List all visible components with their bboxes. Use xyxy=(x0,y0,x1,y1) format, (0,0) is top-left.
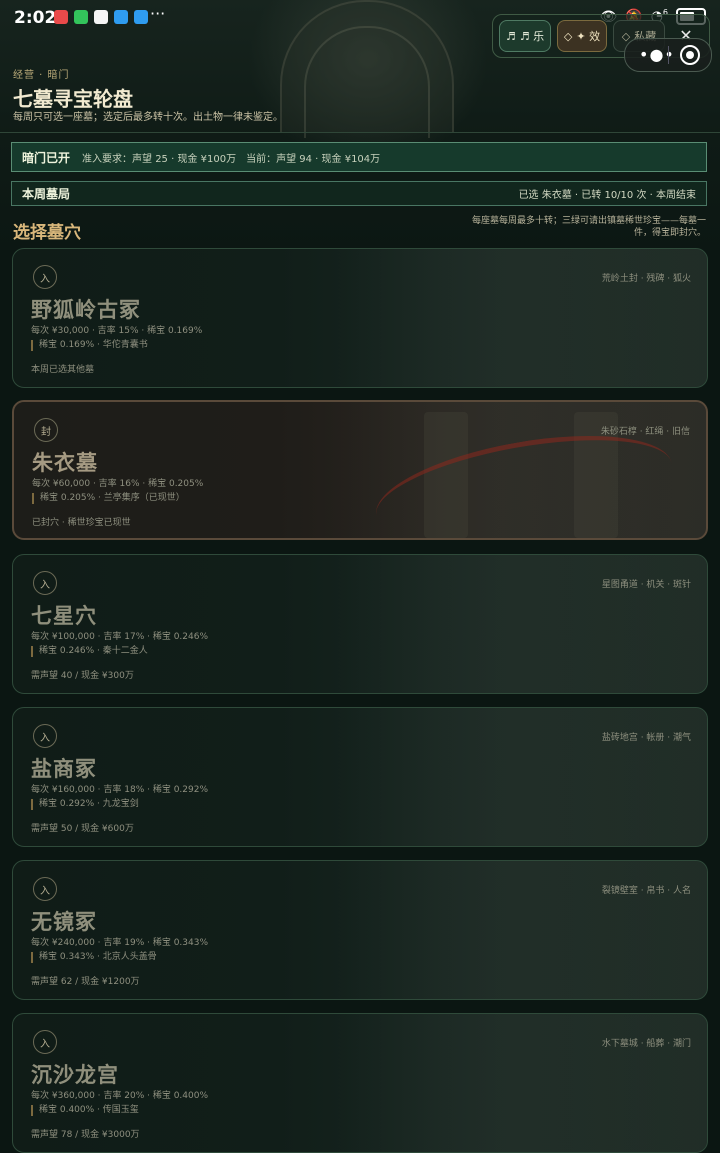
section-note: 每座墓每周最多十转；三绿可请出镇墓稀世珍宝——每墓一件，得宝即封穴。 xyxy=(471,216,706,238)
tomb-tags: 星图甬道 · 机关 · 斑针 xyxy=(601,580,691,590)
tomb-status: 本周已选其他墓 xyxy=(31,365,95,375)
tomb-name: 七星穴 xyxy=(31,604,97,628)
tomb-card-chensha[interactable]: 入 沉沙龙宫 每次 ¥360,000 · 吉率 20% · 稀宝 0.400% … xyxy=(12,1013,708,1153)
tomb-name: 沉沙龙宫 xyxy=(31,1063,119,1087)
tomb-tags: 盐砖地宫 · 帐册 · 潮气 xyxy=(601,733,691,743)
weekly-progress: 已选 朱衣墓 · 已转 10/10 次 · 本周结束 xyxy=(518,190,696,201)
wechat-icon xyxy=(74,10,88,24)
app-notification-icon xyxy=(54,10,68,24)
more-notifications-icon: ··· xyxy=(150,4,166,23)
tomb-name: 无镜冢 xyxy=(31,910,97,934)
tomb-card-qixing[interactable]: 入 七星穴 每次 ¥100,000 · 吉率 17% · 稀宝 0.246% 稀… xyxy=(12,554,708,694)
enter-badge: 入 xyxy=(33,724,57,748)
tomb-status: 已封穴 · 稀世珍宝已现世 xyxy=(32,518,131,528)
tomb-card-zhuyi[interactable]: 封 朱衣墓 每次 ¥60,000 · 吉率 16% · 稀宝 0.205% 稀宝… xyxy=(12,400,708,540)
tomb-tags: 水下墓城 · 船葬 · 潮门 xyxy=(601,1039,691,1049)
music-toggle-button[interactable]: ♬ ♬ 乐 xyxy=(499,20,551,52)
diamond-icon: ◇ xyxy=(621,29,631,43)
tomb-scene-image xyxy=(337,1014,707,1152)
enter-badge: 入 xyxy=(33,877,57,901)
tomb-tags: 荒岭土封 · 残碑 · 狐火 xyxy=(601,274,691,284)
section-title: 选择墓穴 xyxy=(13,223,81,243)
tomb-tags: 朱砂石椁 · 红绳 · 旧信 xyxy=(600,427,690,437)
qq-icon xyxy=(94,10,108,24)
tomb-stats: 每次 ¥160,000 · 吉率 18% · 稀宝 0.292% xyxy=(31,785,209,795)
tomb-scene-image xyxy=(337,708,707,846)
tomb-status: 需声望 62 / 现金 ¥1200万 xyxy=(31,977,140,987)
tomb-scene-image xyxy=(337,861,707,999)
tomb-stats: 每次 ¥100,000 · 吉率 17% · 稀宝 0.246% xyxy=(31,632,209,642)
tomb-status: 需声望 50 / 现金 ¥600万 xyxy=(31,824,134,834)
enter-badge: 入 xyxy=(33,265,57,289)
miniprogram-capsule: •●• xyxy=(624,38,712,72)
banner-label: 本周墓局 xyxy=(22,187,71,201)
tomb-scene-image xyxy=(337,555,707,693)
more-options-button[interactable]: •●• xyxy=(639,45,675,64)
effect-label: ✦ 效 xyxy=(576,30,601,43)
tomb-treasure: 稀宝 0.400% · 传国玉玺 xyxy=(31,1105,139,1116)
sealed-badge: 封 xyxy=(34,418,58,442)
tomb-status: 需声望 78 / 现金 ¥3000万 xyxy=(31,1130,140,1140)
enter-badge: 入 xyxy=(33,1030,57,1054)
music-label: ♬ 乐 xyxy=(519,30,545,43)
entry-requirement: 准入要求：声望 25 · 现金 ¥100万 xyxy=(82,153,237,165)
browser-icon xyxy=(114,10,128,24)
page-subtitle: 每周只可选一座墓；选定后最多转十次。出土物一律未鉴定。 xyxy=(13,112,283,123)
tomb-card-wujing[interactable]: 入 无镜冢 每次 ¥240,000 · 吉率 19% · 稀宝 0.343% 稀… xyxy=(12,860,708,1000)
tomb-stats: 每次 ¥360,000 · 吉率 20% · 稀宝 0.400% xyxy=(31,1091,209,1101)
tomb-name: 朱衣墓 xyxy=(32,451,98,475)
tomb-treasure: 稀宝 0.246% · 秦十二金人 xyxy=(31,646,148,657)
tomb-scene-image xyxy=(337,249,707,387)
effect-toggle-button[interactable]: ◇ ✦ 效 xyxy=(557,20,607,52)
tomb-stats: 每次 ¥30,000 · 吉率 15% · 稀宝 0.169% xyxy=(31,326,203,336)
capsule-divider xyxy=(668,46,669,64)
tomb-stats: 每次 ¥240,000 · 吉率 19% · 稀宝 0.343% xyxy=(31,938,209,948)
tomb-name: 野狐岭古冢 xyxy=(31,298,141,322)
music-note-icon: ♬ xyxy=(505,29,516,43)
tomb-treasure: 稀宝 0.205% · 兰亭集序（已现世） xyxy=(32,493,185,504)
current-stats: 当前：声望 94 · 现金 ¥104万 xyxy=(246,153,381,165)
enter-badge: 入 xyxy=(33,571,57,595)
notification-icons xyxy=(54,10,148,24)
secret-door-status-banner: 暗门已开 准入要求：声望 25 · 现金 ¥100万 当前：声望 94 · 现金… xyxy=(11,142,707,172)
tomb-card-yanshang[interactable]: 入 盐商冢 每次 ¥160,000 · 吉率 18% · 稀宝 0.292% 稀… xyxy=(12,707,708,847)
tomb-treasure: 稀宝 0.169% · 华佗青囊书 xyxy=(31,340,148,351)
exit-miniprogram-button[interactable] xyxy=(680,45,700,65)
tomb-tags: 裂镜壁室 · 帛书 · 人名 xyxy=(601,886,691,896)
tomb-name: 盐商冢 xyxy=(31,757,97,781)
divider xyxy=(0,132,720,133)
weekly-status-banner: 本周墓局 已选 朱衣墓 · 已转 10/10 次 · 本周结束 xyxy=(11,181,707,206)
banner-label: 暗门已开 xyxy=(22,150,71,165)
breadcrumb: 经营 · 暗门 xyxy=(13,70,70,81)
tomb-card-yehuling[interactable]: 入 野狐岭古冢 每次 ¥30,000 · 吉率 15% · 稀宝 0.169% … xyxy=(12,248,708,388)
browser-icon xyxy=(134,10,148,24)
tomb-treasure: 稀宝 0.292% · 九龙宝剑 xyxy=(31,799,139,810)
tomb-status: 需声望 40 / 现金 ¥300万 xyxy=(31,671,134,681)
diamond-icon: ◇ xyxy=(563,29,573,43)
status-time: 2:02 xyxy=(14,8,57,28)
tomb-treasure: 稀宝 0.343% · 北京人头盖骨 xyxy=(31,952,157,963)
tomb-stats: 每次 ¥60,000 · 吉率 16% · 稀宝 0.205% xyxy=(32,479,204,489)
